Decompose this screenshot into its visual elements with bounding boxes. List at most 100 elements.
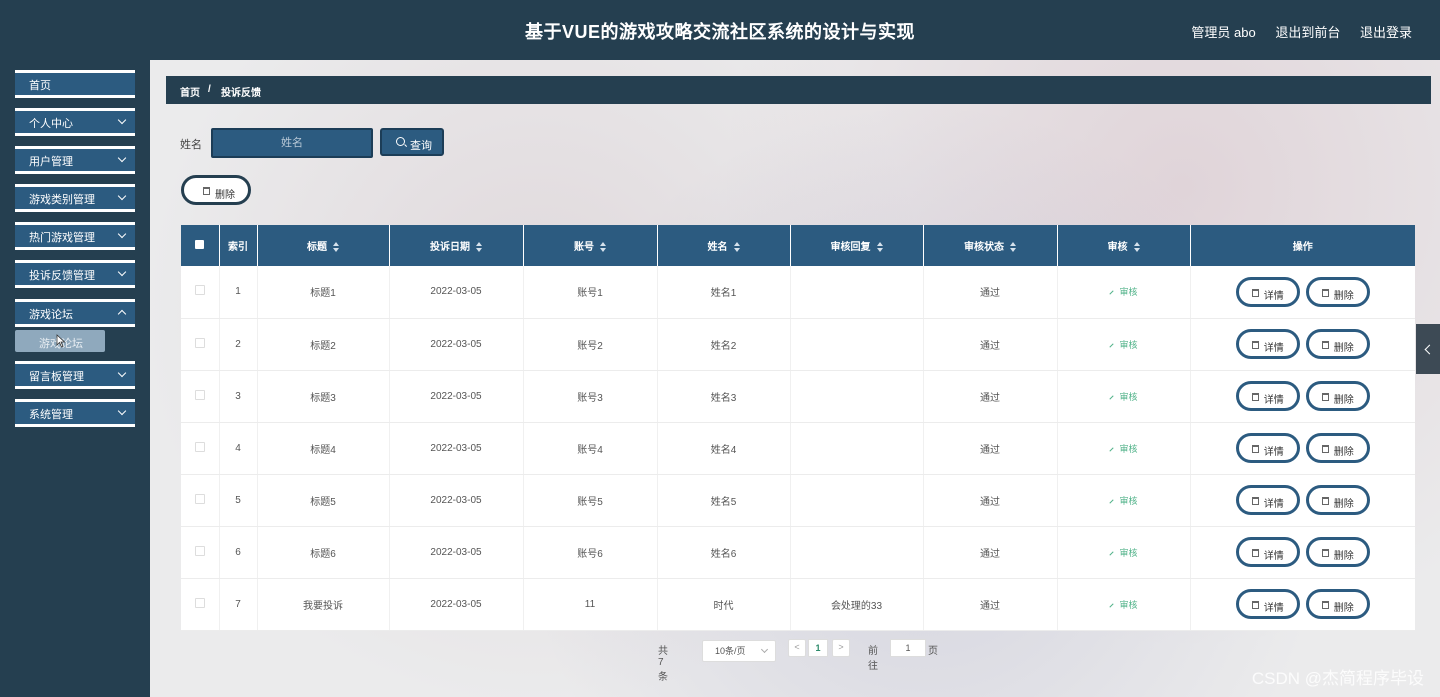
page-number-button[interactable]: 1 xyxy=(808,639,828,657)
audit-link[interactable]: 审核 xyxy=(1109,600,1138,610)
batch-delete-label: 删除 xyxy=(215,190,235,201)
sort-icon[interactable] xyxy=(1133,242,1140,253)
delete-button[interactable]: 删除 xyxy=(1305,485,1370,515)
audit-link[interactable]: 审核 xyxy=(1109,444,1138,454)
row-checkbox[interactable] xyxy=(194,389,205,400)
delete-button[interactable]: 删除 xyxy=(1305,276,1370,307)
edit-icon xyxy=(1109,447,1115,452)
sort-icon[interactable] xyxy=(476,242,482,253)
select-all-header[interactable] xyxy=(181,225,220,266)
detail-button[interactable]: 详情 xyxy=(1235,433,1300,463)
column-header[interactable]: 投诉日期 xyxy=(389,225,524,266)
cell-title: 标题5 xyxy=(257,474,390,527)
audit-link[interactable]: 审核 xyxy=(1109,392,1138,402)
edit-icon xyxy=(1109,395,1115,400)
audit-link[interactable]: 审核 xyxy=(1109,548,1138,558)
edit-icon xyxy=(1109,290,1115,295)
sidebar-item-label: 用户管理 xyxy=(29,156,73,168)
row-checkbox[interactable] xyxy=(194,545,205,556)
row-checkbox[interactable] xyxy=(194,597,205,608)
audit-link[interactable]: 审核 xyxy=(1109,496,1138,506)
sort-icon[interactable] xyxy=(876,242,883,253)
delete-button[interactable]: 删除 xyxy=(1305,589,1370,619)
trash-icon xyxy=(1321,393,1329,401)
column-header[interactable]: 审核 xyxy=(1057,225,1191,266)
detail-button[interactable]: 详情 xyxy=(1235,589,1300,619)
sidebar: 首页 个人中心 用户管理 游戏类别管理 热门游戏管理 投诉反馈管理 游戏论坛 游… xyxy=(0,60,150,697)
column-header: 索引 xyxy=(219,225,258,266)
sort-icon[interactable] xyxy=(333,242,339,253)
row-checkbox[interactable] xyxy=(194,285,205,296)
row-select-cell[interactable] xyxy=(181,266,220,319)
logout-link[interactable]: 退出登录 xyxy=(1360,25,1412,40)
cell-name: 姓名5 xyxy=(657,474,791,527)
sidebar-item-home[interactable]: 首页 xyxy=(15,70,135,98)
batch-delete-button[interactable]: 删除 xyxy=(181,175,251,205)
sidebar-item-guestbook[interactable]: 留言板管理 xyxy=(15,361,135,389)
sidebar-item-users[interactable]: 用户管理 xyxy=(15,146,135,174)
row-checkbox[interactable] xyxy=(194,493,205,504)
delete-button[interactable]: 删除 xyxy=(1305,433,1370,463)
column-header[interactable]: 审核状态 xyxy=(923,225,1058,266)
document-icon xyxy=(1251,393,1259,401)
select-all-checkbox[interactable] xyxy=(195,239,205,249)
detail-button[interactable]: 详情 xyxy=(1235,381,1300,411)
detail-button[interactable]: 详情 xyxy=(1235,329,1300,359)
chevron-down-icon xyxy=(117,191,127,201)
sidebar-item-system[interactable]: 系统管理 xyxy=(15,399,135,427)
chevron-down-icon xyxy=(117,115,127,125)
sort-icon[interactable] xyxy=(600,242,606,253)
chevron-up-icon xyxy=(117,309,127,319)
row-select-cell[interactable] xyxy=(181,318,220,371)
delete-button[interactable]: 删除 xyxy=(1305,537,1370,567)
sidebar-item-forum[interactable]: 游戏论坛 xyxy=(15,299,135,327)
prev-page-button[interactable]: < xyxy=(788,639,806,657)
cell-audit: 审核 xyxy=(1057,266,1191,319)
page-size-select[interactable]: 10条/页 xyxy=(702,640,776,662)
front-link[interactable]: 退出到前台 xyxy=(1275,25,1340,40)
sidebar-item-game-categories[interactable]: 游戏类别管理 xyxy=(15,184,135,212)
row-select-cell[interactable] xyxy=(181,526,220,579)
row-select-cell[interactable] xyxy=(181,578,220,631)
row-select-cell[interactable] xyxy=(181,370,220,423)
edit-icon xyxy=(1109,499,1115,504)
row-select-cell[interactable] xyxy=(181,422,220,475)
audit-link[interactable]: 审核 xyxy=(1109,340,1138,350)
search-button[interactable]: 查询 xyxy=(380,128,444,156)
row-checkbox[interactable] xyxy=(194,337,205,348)
breadcrumb-home[interactable]: 首页 xyxy=(180,84,200,99)
column-header[interactable]: 姓名 xyxy=(657,225,791,266)
goto-page-input[interactable]: 1 xyxy=(890,639,926,657)
column-header[interactable]: 审核回复 xyxy=(790,225,924,266)
sidebar-item-hot-games[interactable]: 热门游戏管理 xyxy=(15,222,135,250)
row-select-cell[interactable] xyxy=(181,474,220,527)
cell-date: 2022-03-05 xyxy=(389,370,524,423)
chevron-down-icon xyxy=(117,267,127,277)
cell-account: 11 xyxy=(523,578,658,631)
delete-button[interactable]: 删除 xyxy=(1305,329,1370,359)
sidebar-item-profile[interactable]: 个人中心 xyxy=(15,108,135,136)
row-checkbox[interactable] xyxy=(194,441,205,452)
table-row: 4 标题4 2022-03-05 账号4 姓名4 通过 审核 详情 删除 xyxy=(181,422,1415,475)
detail-button[interactable]: 详情 xyxy=(1235,537,1300,567)
delete-button[interactable]: 删除 xyxy=(1305,381,1370,411)
audit-link[interactable]: 审核 xyxy=(1109,287,1138,297)
cell-audit: 审核 xyxy=(1057,370,1191,423)
collapse-panel-tab[interactable] xyxy=(1416,324,1440,374)
cell-status: 通过 xyxy=(923,318,1058,371)
detail-button[interactable]: 详情 xyxy=(1235,276,1300,307)
cell-date: 2022-03-05 xyxy=(389,526,524,579)
next-page-button[interactable]: > xyxy=(832,639,850,657)
sidebar-item-label: 投诉反馈管理 xyxy=(29,270,95,282)
cell-name: 姓名4 xyxy=(657,422,791,475)
search-input[interactable] xyxy=(211,128,373,158)
sort-icon[interactable] xyxy=(733,242,740,253)
column-header[interactable]: 账号 xyxy=(523,225,658,266)
detail-button[interactable]: 详情 xyxy=(1235,485,1300,515)
sidebar-item-label: 游戏类别管理 xyxy=(29,194,95,206)
column-header[interactable]: 标题 xyxy=(257,225,390,266)
cell-index: 5 xyxy=(219,474,258,527)
cell-index: 4 xyxy=(219,422,258,475)
sort-icon[interactable] xyxy=(1010,242,1016,253)
sidebar-item-complaints[interactable]: 投诉反馈管理 xyxy=(15,260,135,288)
